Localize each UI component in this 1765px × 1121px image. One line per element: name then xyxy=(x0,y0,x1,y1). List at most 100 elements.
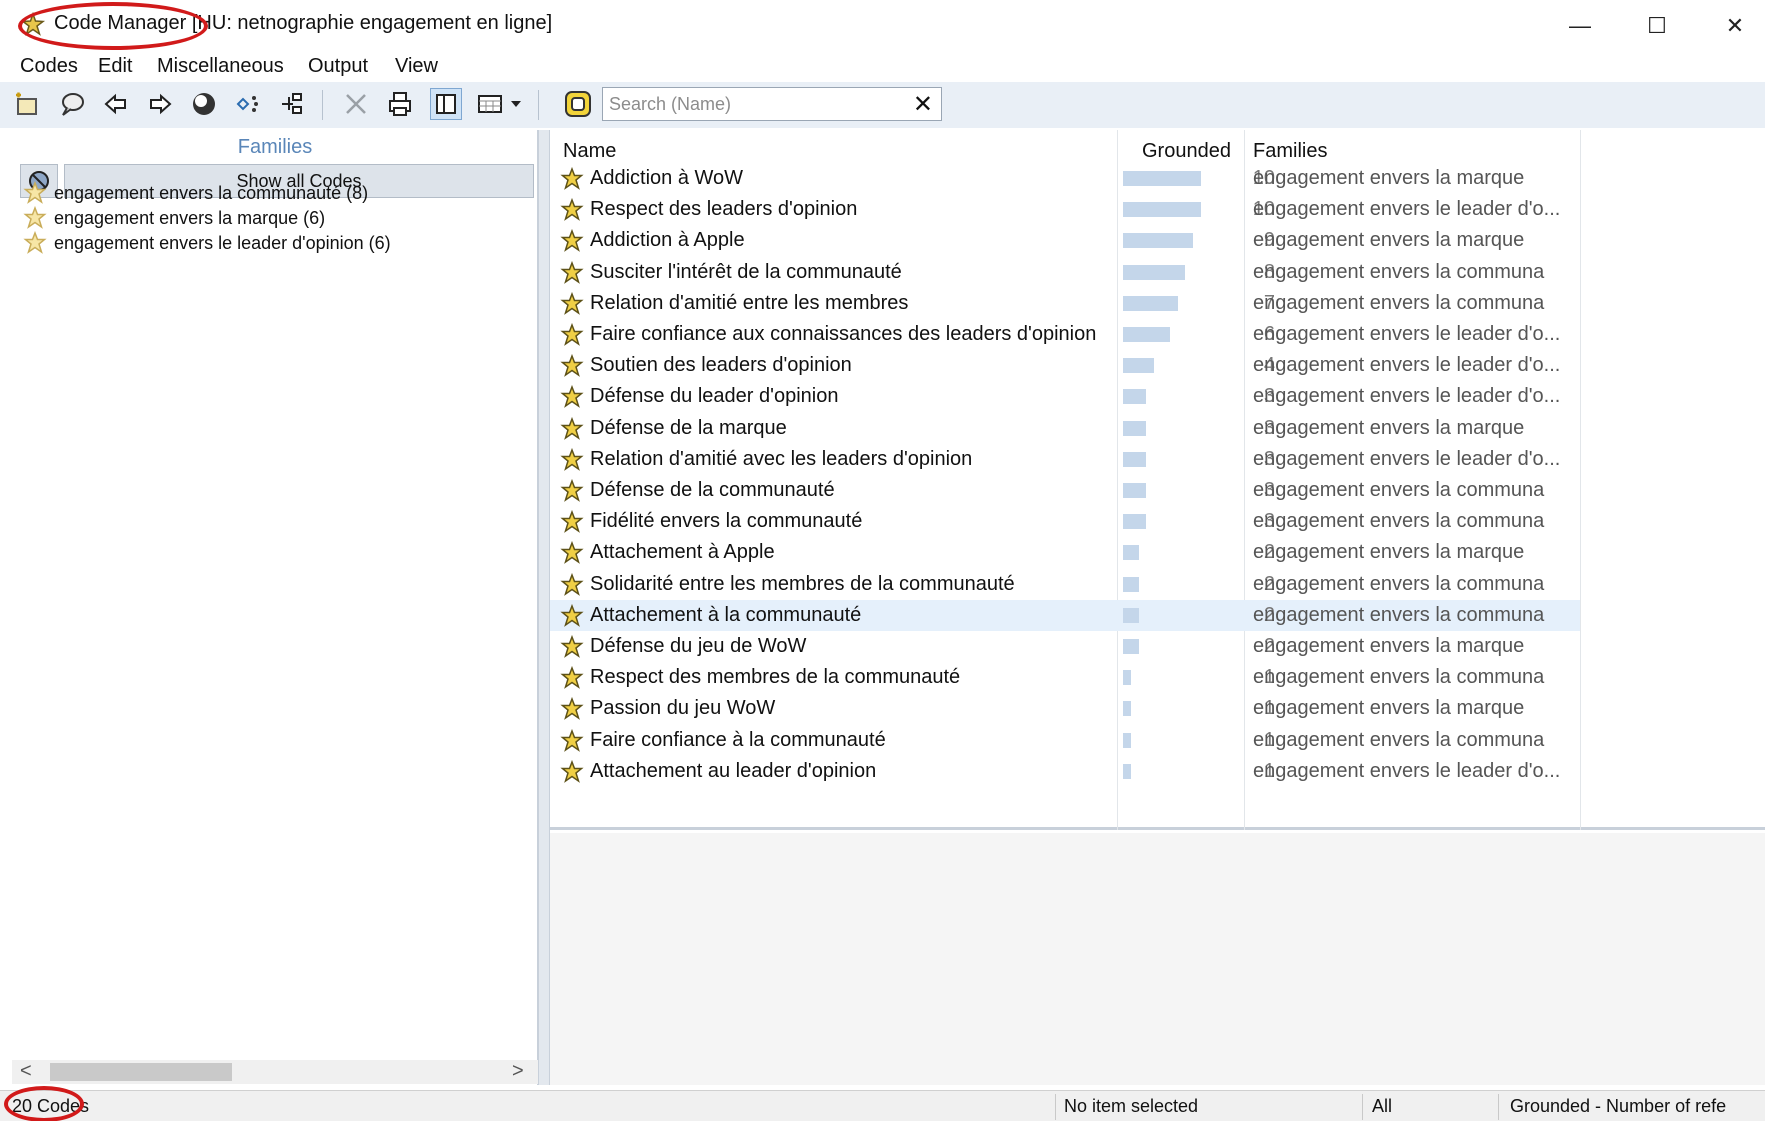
column-header-grounded[interactable]: Grounded xyxy=(1142,140,1231,163)
table-row[interactable]: Respect des membres de la communauté 1 eng… xyxy=(550,662,1580,693)
maximize-button[interactable]: ☐ xyxy=(1627,6,1687,46)
status-separator xyxy=(1498,1094,1499,1120)
table-row[interactable]: Passion du jeu WoW 1 engagement envers la … xyxy=(550,693,1580,724)
grid-view-icon[interactable] xyxy=(474,88,506,120)
minimize-button[interactable]: — xyxy=(1550,6,1610,46)
code-name: Fidélité envers la communauté xyxy=(590,510,863,533)
table-row[interactable]: Solidarité entre les membres de la commu… xyxy=(550,569,1580,600)
scroll-right-icon[interactable]: > xyxy=(512,1060,524,1083)
code-name: Attachement à Apple xyxy=(590,541,775,564)
grounded-bar xyxy=(1123,514,1146,530)
dropdown-arrow-icon[interactable] xyxy=(508,88,524,120)
table-row[interactable]: Défense de la communauté 3 engagement enve… xyxy=(550,475,1580,506)
grounded-bar xyxy=(1123,233,1193,249)
table-row[interactable]: Défense du jeu de WoW 2 engagement envers … xyxy=(550,631,1580,662)
grounded-bar xyxy=(1123,763,1131,779)
table-row[interactable]: Addiction à WoW 10 engagement envers la ma… xyxy=(550,163,1580,194)
grounded-bar xyxy=(1123,420,1146,436)
grounded-bar xyxy=(1123,451,1146,467)
code-families: engagement envers le leader d'o... xyxy=(1253,759,1561,782)
column-divider xyxy=(1580,130,1581,830)
new-code-icon[interactable] xyxy=(10,88,42,120)
family-item-label: engagement envers la marque (6) xyxy=(54,207,326,228)
column-header-families[interactable]: Families xyxy=(1253,140,1327,163)
menu-miscellaneous[interactable]: Miscellaneous xyxy=(157,55,284,78)
detail-pane xyxy=(550,833,1765,1085)
back-arrow-icon[interactable] xyxy=(100,88,132,120)
table-row[interactable]: Défense du leader d'opinion 3 engagement e… xyxy=(550,381,1580,412)
code-name: Passion du jeu WoW xyxy=(590,697,776,720)
table-row[interactable]: Attachement à la communauté 2 engagement e… xyxy=(550,599,1580,631)
search-input[interactable] xyxy=(609,92,899,116)
column-header-name[interactable]: Name xyxy=(563,140,616,163)
toolbar-separator xyxy=(322,90,323,120)
menu-view[interactable]: View xyxy=(395,55,438,78)
grounded-bar xyxy=(1123,670,1131,686)
table-row[interactable]: Respect des leaders d'opinion 10 engagemen… xyxy=(550,194,1580,225)
scrollbar-thumb[interactable] xyxy=(50,1063,232,1081)
table-row[interactable]: Fidélité envers la communauté 3 engagement… xyxy=(550,506,1580,537)
menu-edit[interactable]: Edit xyxy=(98,55,132,78)
table-row[interactable]: Faire confiance à la communauté 1 engageme… xyxy=(550,725,1580,756)
family-item[interactable]: engagement envers la communauté (8) xyxy=(22,180,368,206)
search-clear-button[interactable]: ✕ xyxy=(913,90,933,119)
code-icon xyxy=(560,478,584,503)
filter-status: All xyxy=(1372,1096,1393,1116)
selection-status: No item selected xyxy=(1064,1096,1199,1116)
code-name: Addiction à Apple xyxy=(590,229,745,252)
family-icon xyxy=(22,205,48,230)
close-button[interactable]: ✕ xyxy=(1705,6,1765,46)
app-name: Code Manager xyxy=(54,12,187,34)
table-row[interactable]: Défense de la marque 3 engagement envers l… xyxy=(550,413,1580,444)
table-row[interactable]: Relation d'amitié avec les leaders d'opi… xyxy=(550,444,1580,475)
pane-splitter[interactable] xyxy=(538,130,550,1085)
table-row[interactable]: Susciter l'intérêt de la communauté 8 enga… xyxy=(550,257,1580,288)
table-row[interactable]: Relation d'amitié entre les membres 7 enga… xyxy=(550,288,1580,319)
table-row[interactable]: Soutien des leaders d'opinion 4 engagement… xyxy=(550,350,1580,381)
grounded-bar xyxy=(1123,389,1146,405)
panel-toggle-icon[interactable] xyxy=(430,88,462,120)
scroll-left-icon[interactable]: < xyxy=(20,1060,32,1083)
code-icon xyxy=(560,759,584,784)
code-icon xyxy=(560,697,584,721)
horizontal-scrollbar[interactable]: < > xyxy=(12,1060,538,1084)
network-icon[interactable] xyxy=(232,88,264,120)
code-name: Faire confiance à la communauté xyxy=(590,728,886,751)
code-families: engagement envers la communa xyxy=(1253,260,1545,283)
code-families: engagement envers la communa xyxy=(1253,728,1545,751)
status-bar: 20 Codes No item selected All Grounded -… xyxy=(0,1090,1765,1121)
family-item-label: engagement envers le leader d'opinion (6… xyxy=(54,232,391,253)
family-item[interactable]: engagement envers la marque (6) xyxy=(22,205,325,231)
table-row[interactable]: Faire confiance aux connaissances des le… xyxy=(550,319,1580,350)
code-families: engagement envers la marque xyxy=(1253,541,1525,564)
codes-table: Name Grounded Families Addiction à WoW 10… xyxy=(550,130,1765,830)
family-item[interactable]: engagement envers le leader d'opinion (6… xyxy=(22,230,391,256)
print-icon[interactable] xyxy=(384,88,416,120)
code-name: Défense du jeu de WoW xyxy=(590,635,807,657)
code-families: engagement envers la communa xyxy=(1253,291,1545,314)
code-name: Susciter l'intérêt de la communauté xyxy=(590,260,902,283)
code-icon xyxy=(560,603,584,628)
comment-icon[interactable] xyxy=(56,88,88,120)
tree-icon[interactable] xyxy=(276,88,308,120)
menu-output[interactable]: Output xyxy=(308,55,368,78)
menu-codes[interactable]: Codes xyxy=(20,55,78,78)
families-panel: Families Show all Codes engagement enver… xyxy=(12,130,538,1085)
search-box: ✕ xyxy=(602,87,942,121)
globe-icon[interactable] xyxy=(188,88,220,120)
code-icon xyxy=(560,510,584,534)
code-families: engagement envers la marque xyxy=(1253,697,1525,720)
table-row[interactable]: Addiction à Apple 9 engagement envers la m… xyxy=(550,225,1580,256)
code-name: Défense de la communauté xyxy=(590,479,835,501)
delete-icon[interactable] xyxy=(340,88,372,120)
code-families: engagement envers la marque xyxy=(1253,229,1525,252)
code-icon xyxy=(560,416,584,441)
code-icon xyxy=(560,666,584,690)
table-row[interactable]: Attachement au leader d'opinion 1 engageme… xyxy=(550,756,1580,787)
code-filter-icon[interactable] xyxy=(562,88,594,120)
code-name: Solidarité entre les membres de la commu… xyxy=(590,572,1015,595)
table-row[interactable]: Attachement à Apple 2 engagement envers la… xyxy=(550,537,1580,568)
forward-arrow-icon[interactable] xyxy=(144,88,176,120)
code-name: Respect des membres de la communauté xyxy=(590,666,961,689)
code-name: Attachement au leader d'opinion xyxy=(590,759,877,782)
